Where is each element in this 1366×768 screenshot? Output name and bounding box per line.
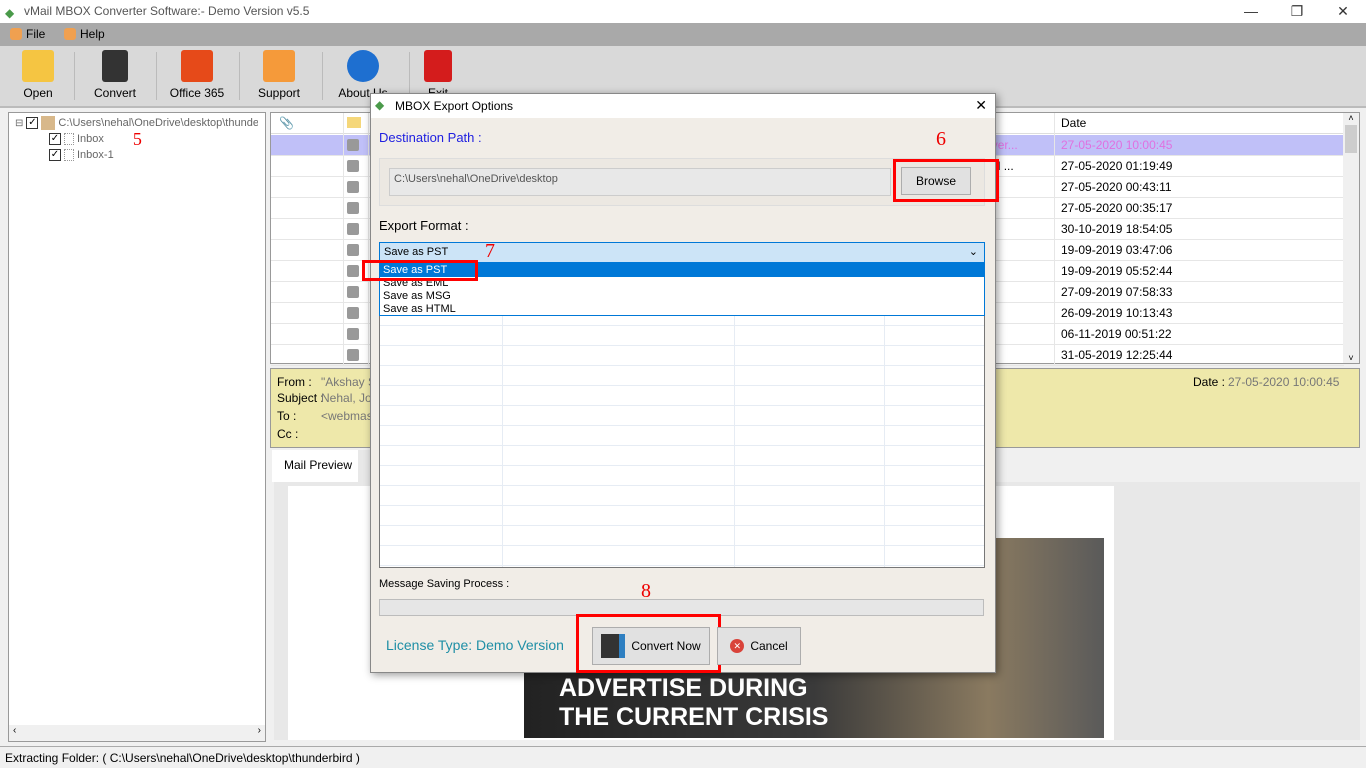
convert-icon — [102, 50, 128, 82]
cancel-icon: ✕ — [730, 639, 745, 653]
folder-open-icon — [22, 50, 54, 82]
menu-help[interactable]: Help — [64, 27, 105, 41]
envelope-icon — [347, 139, 359, 151]
option-html[interactable]: Save as HTML — [380, 303, 984, 316]
annotation-box-6 — [893, 159, 999, 202]
date-header[interactable]: Date — [1061, 116, 1086, 130]
email-date: 26-09-2019 10:13:43 — [1061, 306, 1173, 320]
checkbox[interactable]: ✓ — [49, 133, 61, 145]
chevron-down-icon: ⌄ — [968, 246, 978, 258]
process-label: Message Saving Process : — [379, 578, 510, 590]
envelope-icon — [347, 307, 359, 319]
file-icon — [10, 28, 22, 40]
tab-mail-preview[interactable]: Mail Preview — [272, 450, 365, 482]
minimize-button[interactable]: — — [1228, 0, 1274, 23]
email-date: 27-05-2020 01:19:49 — [1061, 159, 1173, 173]
email-date: 27-05-2020 00:35:17 — [1061, 201, 1173, 215]
ad-line-2: THE CURRENT CRISIS — [559, 703, 829, 731]
office365-icon — [181, 50, 213, 82]
option-msg[interactable]: Save as MSG — [380, 290, 984, 303]
title-bar: ◆ vMail MBOX Converter Software:- Demo V… — [0, 0, 1366, 23]
attachment-icon: 📎 — [279, 116, 294, 130]
annotation-6: 6 — [936, 128, 946, 150]
support-chat-icon — [263, 50, 295, 82]
support-button[interactable]: Support — [254, 50, 304, 104]
app-logo-icon: ◆ — [5, 6, 15, 20]
envelope-icon — [347, 223, 359, 235]
open-label: Open — [23, 86, 53, 100]
envelope-icon — [347, 160, 359, 172]
annotation-5: 5 — [132, 128, 142, 149]
envelope-icon — [347, 117, 361, 128]
support-label: Support — [257, 86, 301, 100]
cancel-button[interactable]: ✕ Cancel — [717, 627, 801, 665]
office365-label: Office 365 — [169, 86, 225, 100]
selected-format: Save as PST — [384, 246, 449, 258]
window-title: vMail MBOX Converter Software:- Demo Ver… — [24, 4, 310, 18]
from-value: "Akshay S — [321, 375, 376, 389]
folder-tree: ⊟ ✓ C:\Users\nehal\OneDrive\desktop\thunde… — [8, 112, 266, 742]
email-date: 19-09-2019 05:52:44 — [1061, 264, 1173, 278]
envelope-icon — [347, 244, 359, 256]
status-bar: Extracting Folder: ( C:\Users\nehal\OneD… — [0, 746, 1366, 768]
email-date: 27-09-2019 07:58:33 — [1061, 285, 1173, 299]
envelope-icon — [347, 349, 359, 361]
email-date: 27-05-2020 00:43:11 — [1061, 180, 1172, 194]
envelope-icon — [347, 202, 359, 214]
checkbox[interactable]: ✓ — [49, 149, 61, 161]
date-value: 27-05-2020 10:00:45 — [1228, 375, 1340, 389]
ad-line-1: ADVERTISE DURING — [559, 674, 808, 702]
export-format-label: Export Format : — [379, 218, 469, 233]
subject-label: Subject : — [277, 391, 324, 405]
cancel-label: Cancel — [750, 639, 788, 653]
license-type: License Type: Demo Version — [386, 637, 564, 653]
open-button[interactable]: Open — [16, 50, 60, 104]
annotation-box-7 — [362, 260, 478, 281]
checkbox[interactable]: ✓ — [26, 117, 39, 129]
from-label: From : — [277, 375, 312, 389]
envelope-icon — [347, 328, 359, 340]
office365-button[interactable]: Office 365 — [166, 50, 228, 104]
email-date: 19-09-2019 03:47:06 — [1061, 243, 1173, 257]
exit-x-icon — [424, 50, 452, 82]
menu-file-label: File — [26, 27, 46, 41]
destination-path-input[interactable]: C:\Users\nehal\OneDrive\desktop — [389, 168, 891, 196]
horizontal-scrollbar[interactable]: ‹ › — [9, 725, 265, 741]
to-label: To : — [277, 409, 297, 423]
tree-item-label: Inbox-1 — [77, 149, 114, 161]
annotation-7: 7 — [485, 240, 495, 262]
envelope-icon — [347, 286, 359, 298]
menu-bar: File Help — [0, 23, 1366, 46]
destination-path-label: Destination Path : — [379, 130, 482, 145]
file-icon — [64, 149, 74, 161]
menu-file[interactable]: File — [10, 27, 45, 41]
export-options-dialog: ◆ MBOX Export Options ✕ Destination Path :… — [362, 93, 999, 673]
annotation-box-8 — [576, 614, 721, 673]
help-icon — [64, 28, 76, 40]
date-label: Date : — [1193, 375, 1226, 389]
email-date: 30-10-2019 18:54:05 — [1061, 222, 1173, 236]
dialog-title: MBOX Export Options — [395, 99, 514, 113]
email-date: 27-05-2020 10:00:45 — [1061, 138, 1173, 152]
maximize-button[interactable]: ❐ — [1274, 0, 1320, 23]
cc-label: Cc : — [277, 427, 299, 441]
tree-root-label: C:\Users\nehal\OneDrive\desktop\thunderb… — [58, 117, 259, 129]
convert-button[interactable]: Convert — [88, 50, 142, 104]
vertical-scrollbar[interactable]: ˄ ˅ — [1343, 113, 1359, 363]
menu-help-label: Help — [80, 27, 105, 41]
file-icon — [64, 133, 74, 145]
tree-item-inbox[interactable]: ✓ Inbox 5 — [49, 128, 265, 149]
email-date: 31-05-2019 12:25:44 — [1061, 348, 1173, 362]
envelope-icon — [347, 181, 359, 193]
tree-item-inbox-1[interactable]: ✓ Inbox-1 — [49, 147, 265, 163]
close-button[interactable]: ✕ — [1320, 0, 1366, 23]
envelope-icon — [347, 265, 359, 277]
folder-icon — [41, 116, 56, 130]
question-icon — [347, 50, 379, 82]
email-date: 06-11-2019 00:51:22 — [1061, 327, 1172, 341]
dialog-close-button[interactable]: ✕ — [975, 97, 987, 114]
tree-item-label: Inbox — [77, 133, 104, 145]
convert-label: Convert — [93, 86, 137, 100]
app-logo-icon: ◆ — [375, 98, 385, 112]
